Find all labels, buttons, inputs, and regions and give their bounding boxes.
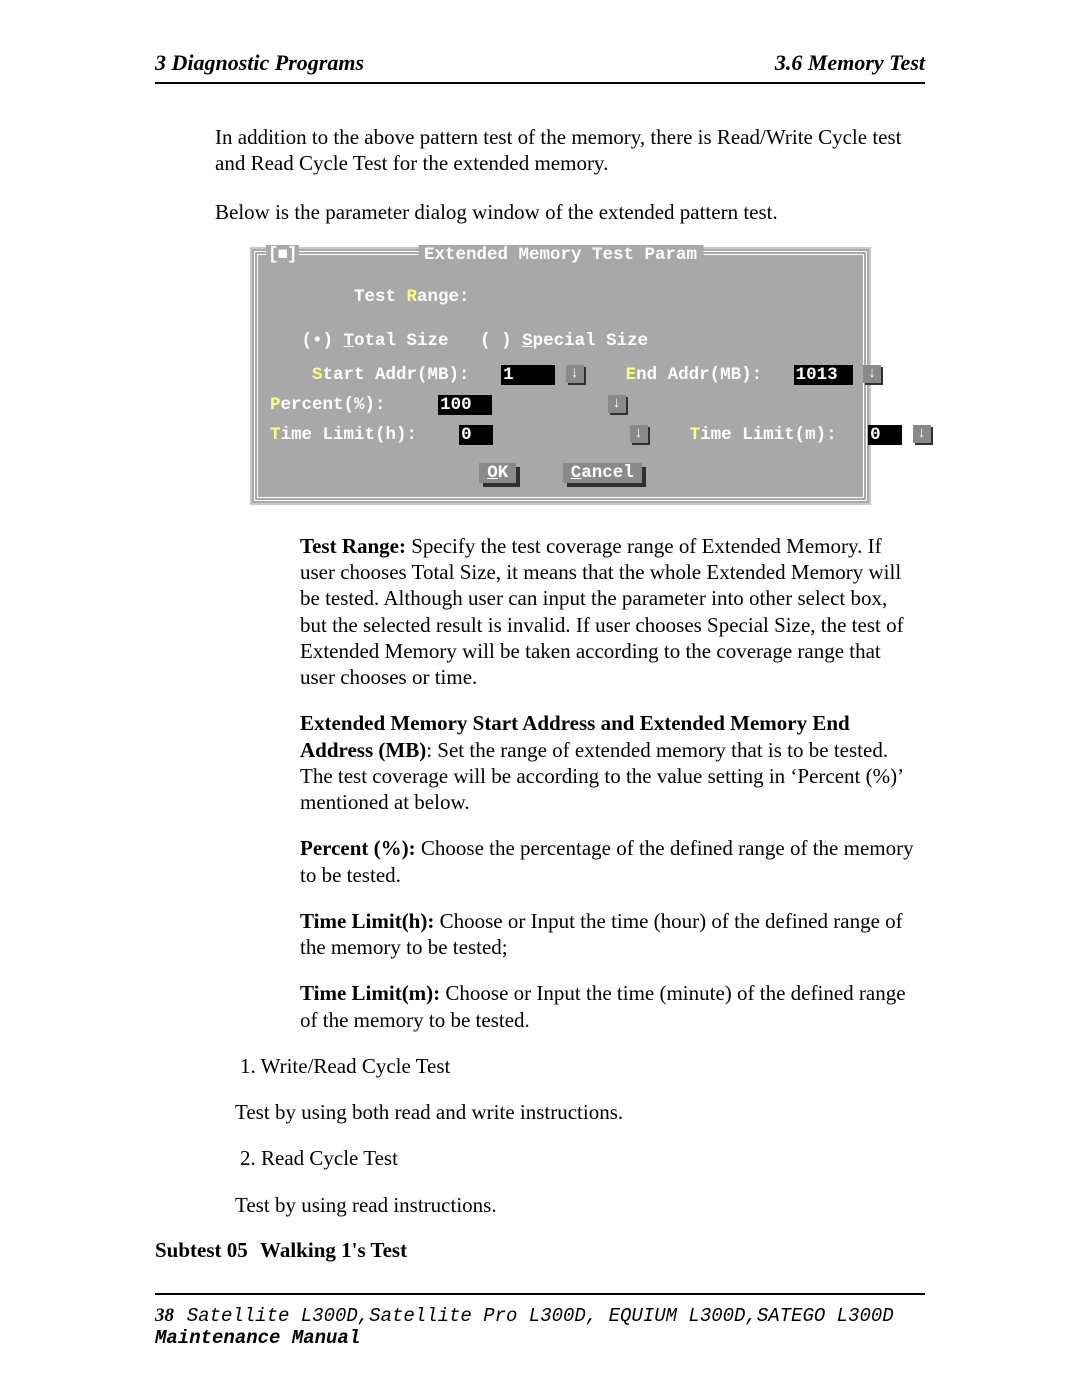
hotkey-range: R [407,287,418,307]
extended-memory-dialog: [■] Extended Memory Test Param Test Rang… [250,247,871,505]
page-footer: 38 Satellite L300D,Satellite Pro L300D, … [155,1305,925,1349]
header-rule [155,82,925,84]
ok-button[interactable]: OK [479,463,516,483]
time-limit-h-input[interactable]: 0 [459,425,493,445]
close-icon[interactable]: [■] [266,245,299,265]
radio-total-size[interactable]: (•) [302,331,344,351]
start-addr-label: tart Addr(MB): [323,365,470,385]
list-item-1: 1. Write/Read Cycle Test [240,1053,925,1079]
chevron-down-icon[interactable]: ↓ [630,425,648,443]
time-limit-h-label: ime Limit(h): [281,425,418,445]
end-addr-input[interactable]: 1013 [794,365,853,385]
chevron-down-icon[interactable]: ↓ [608,395,626,413]
percent-input[interactable]: 100 [438,395,492,415]
chevron-down-icon[interactable]: ↓ [566,365,584,383]
start-addr-input[interactable]: 1 [501,365,555,385]
footer-rule [155,1293,925,1295]
subtest-heading: Subtest 05Walking 1's Test [155,1238,925,1263]
desc-percent: Percent (%): Choose the percentage of th… [300,835,915,888]
time-limit-m-input[interactable]: 0 [868,425,902,445]
cancel-button[interactable]: Cancel [563,463,642,483]
list-item-1-text: Test by using both read and write instru… [235,1099,925,1125]
list-item-2: 2. Read Cycle Test [240,1145,925,1171]
radio-special-size[interactable]: ( ) [480,331,522,351]
end-addr-label: nd Addr(MB): [636,365,762,385]
test-range-label: Test [354,287,407,307]
header-right: 3.6 Memory Test [775,50,925,76]
intro-para-1: In addition to the above pattern test of… [215,124,925,177]
intro-para-2: Below is the parameter dialog window of … [215,199,925,225]
header-left: 3 Diagnostic Programs [155,50,364,76]
page-number: 38 [155,1305,174,1326]
chevron-down-icon[interactable]: ↓ [863,365,881,383]
percent-label: ercent(%): [281,395,386,415]
chevron-down-icon[interactable]: ↓ [913,425,931,443]
time-limit-m-label: ime Limit(m): [700,425,837,445]
desc-address: Extended Memory Start Address and Extend… [300,710,915,815]
desc-time-limit-h: Time Limit(h): Choose or Input the time … [300,908,915,961]
desc-time-limit-m: Time Limit(m): Choose or Input the time … [300,980,915,1033]
dialog-title: Extended Memory Test Param [418,245,703,265]
list-item-2-text: Test by using read instructions. [235,1192,925,1218]
desc-test-range: Test Range: Specify the test coverage ra… [300,533,915,691]
